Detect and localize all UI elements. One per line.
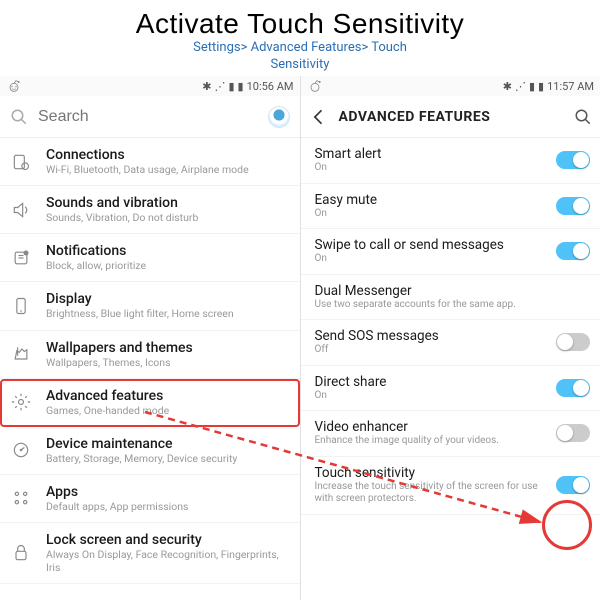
row-advanced-features[interactable]: Advanced featuresGames, One-handed mode [0, 379, 300, 427]
wifi-icon: ⋰ [515, 80, 526, 93]
toggle-direct-share[interactable] [556, 379, 590, 397]
status-bar: ✱ ⋰ ▮ ▮ 10:56 AM [0, 76, 300, 96]
battery-icon: ▮ [238, 80, 244, 93]
row-smart-alert[interactable]: Smart alertOn [301, 138, 600, 184]
row-video-enhancer[interactable]: Video enhancerEnhance the image quality … [301, 411, 600, 457]
features-list: Smart alertOn Easy muteOn Swipe to call … [301, 138, 600, 600]
bluetooth-icon: ✱ [503, 80, 512, 93]
reddit-icon [307, 78, 323, 94]
avatar[interactable] [268, 106, 290, 128]
status-time: 11:57 AM [547, 80, 594, 93]
battery-icon: ▮ [538, 80, 544, 93]
row-display[interactable]: DisplayBrightness, Blue light filter, Ho… [0, 282, 300, 330]
toggle-video-enhancer[interactable] [556, 424, 590, 442]
row-swipe-call[interactable]: Swipe to call or send messagesOn [301, 229, 600, 275]
settings-list: ConnectionsWi-Fi, Bluetooth, Data usage,… [0, 138, 300, 600]
search-icon [10, 108, 28, 126]
screen-title: ADVANCED FEATURES [339, 109, 565, 125]
page-header: Activate Touch Sensitivity Settings> Adv… [0, 0, 600, 78]
display-icon [8, 293, 34, 319]
toggle-swipe-call[interactable] [556, 242, 590, 260]
signal-icon: ▮ [529, 80, 535, 93]
row-wallpapers[interactable]: Wallpapers and themesWallpapers, Themes,… [0, 331, 300, 379]
row-dual-messenger[interactable]: Dual MessengerUse two separate accounts … [301, 275, 600, 321]
maintenance-icon [8, 437, 34, 463]
toggle-sos[interactable] [556, 333, 590, 351]
row-notifications[interactable]: NotificationsBlock, allow, prioritize [0, 234, 300, 282]
row-connections[interactable]: ConnectionsWi-Fi, Bluetooth, Data usage,… [0, 138, 300, 186]
row-easy-mute[interactable]: Easy muteOn [301, 184, 600, 230]
row-lock-screen[interactable]: Lock screen and securityAlways On Displa… [0, 523, 300, 584]
row-sos[interactable]: Send SOS messagesOff [301, 320, 600, 366]
row-direct-share[interactable]: Direct shareOn [301, 366, 600, 412]
bluetooth-icon: ✱ [202, 80, 211, 93]
search-input[interactable] [38, 108, 258, 126]
signal-icon: ▮ [228, 80, 234, 93]
wifi-icon: ⋰ [214, 80, 225, 93]
toggle-smart-alert[interactable] [556, 151, 590, 169]
search-icon[interactable] [574, 108, 592, 126]
connections-icon [8, 149, 34, 175]
toggle-touch-sensitivity[interactable] [556, 476, 590, 494]
breadcrumb: Settings> Advanced Features> Touch Sensi… [0, 40, 600, 74]
status-bar: ✱ ⋰ ▮ ▮ 11:57 AM [301, 76, 600, 96]
lock-icon [8, 540, 34, 566]
sound-icon [8, 197, 34, 223]
title-bar: ADVANCED FEATURES [301, 96, 600, 138]
advanced-icon [8, 389, 34, 415]
status-time: 10:56 AM [247, 80, 294, 93]
row-touch-sensitivity[interactable]: Touch sensitivityIncrease the touch sens… [301, 457, 600, 515]
search-bar[interactable] [0, 96, 300, 138]
row-sounds[interactable]: Sounds and vibrationSounds, Vibration, D… [0, 186, 300, 234]
left-screenshot: ✱ ⋰ ▮ ▮ 10:56 AM ConnectionsWi-Fi, Bluet… [0, 76, 300, 600]
row-apps[interactable]: AppsDefault apps, App permissions [0, 475, 300, 523]
back-icon[interactable] [309, 107, 329, 127]
page-title: Activate Touch Sensitivity [0, 8, 600, 40]
right-screenshot: ✱ ⋰ ▮ ▮ 11:57 AM ADVANCED FEATURES Smart… [300, 76, 600, 600]
toggle-easy-mute[interactable] [556, 197, 590, 215]
row-device-maintenance[interactable]: Device maintenanceBattery, Storage, Memo… [0, 427, 300, 475]
notifications-icon [8, 245, 34, 271]
wallpaper-icon [8, 341, 34, 367]
apps-icon [8, 485, 34, 511]
reddit-icon [6, 78, 22, 94]
